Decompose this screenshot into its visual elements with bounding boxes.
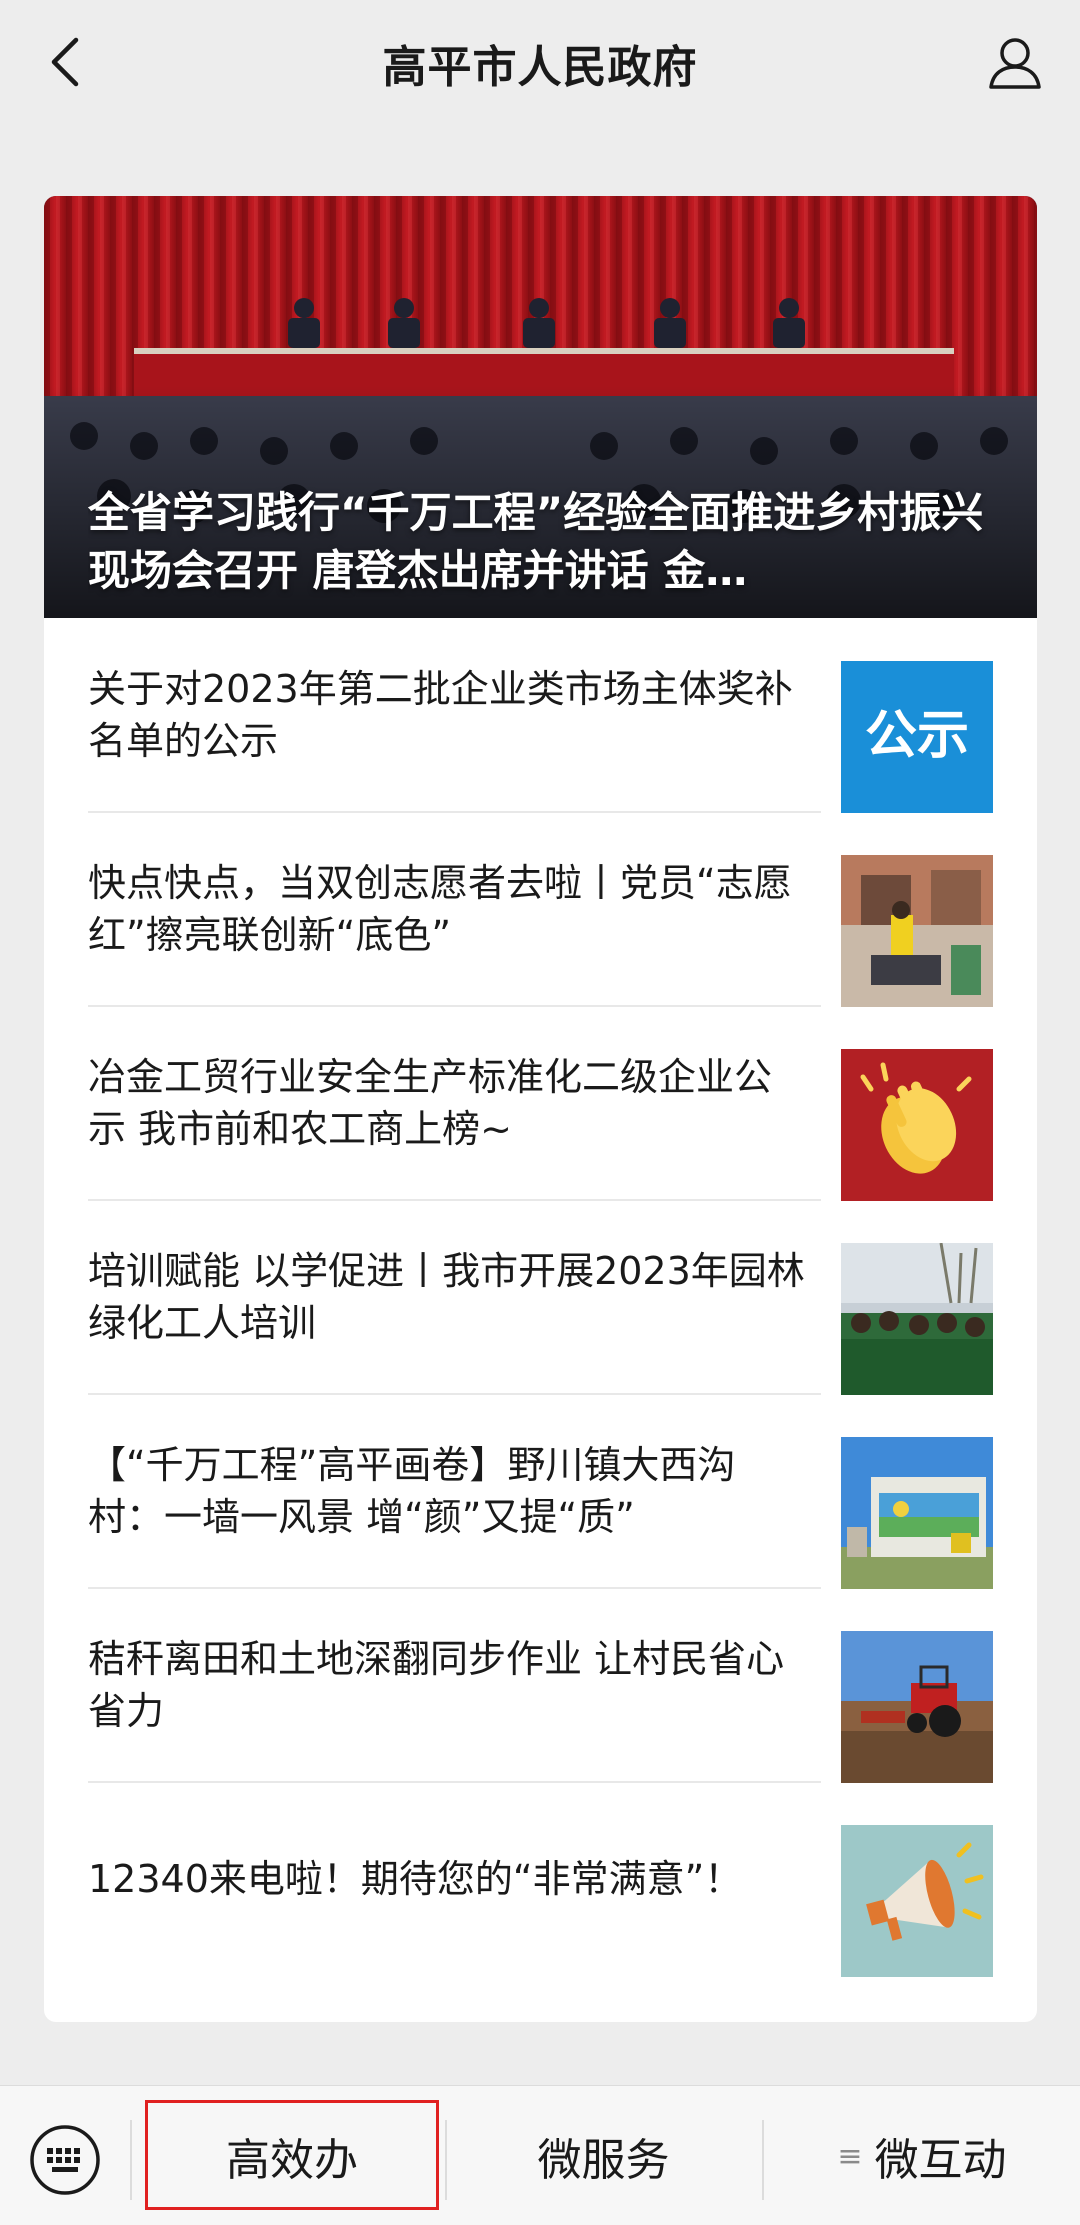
back-button[interactable] [36, 30, 96, 94]
article-item[interactable]: 关于对2023年第二批企业类市场主体奖补名单的公示 公示 [88, 618, 993, 813]
article-title: 秸秆离田和土地深翻同步作业 让村民省心省力 [88, 1637, 785, 1733]
article-title: 【“千万工程”高平画卷】野川镇大西沟村：一墙一风景 增“颜”又提“质” [88, 1443, 736, 1539]
menu-item-weihudong[interactable]: ≡ 微互动 [764, 2086, 1080, 2225]
training-thumbnail [841, 1243, 993, 1395]
article-card[interactable]: 全省学习践行“千万工程”经验全面推进乡村振兴现场会召开 唐登杰出席并讲话 金… … [44, 196, 1037, 2022]
megaphone-thumbnail [841, 1825, 993, 1977]
menu-list-icon: ≡ [837, 2138, 863, 2174]
hero-article[interactable]: 全省学习践行“千万工程”经验全面推进乡村振兴现场会召开 唐登杰出席并讲话 金… [44, 196, 1037, 618]
volunteer-thumbnail [841, 855, 993, 1007]
menu-item-weifuwu[interactable]: 微服务 [447, 2086, 760, 2225]
profile-button[interactable] [980, 28, 1050, 98]
page-title: 高平市人民政府 [382, 41, 698, 93]
village-mural-thumbnail [841, 1437, 993, 1589]
menu-label: 微互动 [874, 2135, 1007, 2186]
highlight-box [145, 2100, 439, 2210]
article-item[interactable]: 12340来电啦！期待您的“非常满意”！ [88, 1782, 993, 1977]
hero-title: 全省学习践行“千万工程”经验全面推进乡村振兴现场会召开 唐登杰出席并讲话 金… [88, 488, 984, 595]
user-icon [989, 38, 1041, 89]
thumbnail-text: 公示 [865, 706, 969, 766]
menu-label: 微服务 [537, 2135, 670, 2186]
article-title: 关于对2023年第二批企业类市场主体奖补名单的公示 [88, 667, 793, 763]
article-item[interactable]: 【“千万工程”高平画卷】野川镇大西沟村：一墙一风景 增“颜”又提“质” [88, 1394, 993, 1589]
article-title: 培训赋能 以学促进丨我市开展2023年园林绿化工人培训 [88, 1249, 805, 1345]
notice-thumbnail: 公示 [841, 661, 993, 813]
chevron-left-icon [51, 37, 79, 87]
article-item[interactable]: 秸秆离田和土地深翻同步作业 让村民省心省力 [88, 1588, 993, 1783]
article-title: 快点快点，当双创志愿者去啦丨党员“志愿红”擦亮联创新“底色” [88, 861, 792, 957]
article-item[interactable]: 冶金工贸行业安全生产标准化二级企业公示 我市前和农工商上榜~ [88, 1006, 993, 1201]
article-title: 12340来电啦！期待您的“非常满意”！ [88, 1857, 743, 1901]
tractor-thumbnail [841, 1631, 993, 1783]
keyboard-icon [30, 2125, 100, 2195]
keyboard-toggle-button[interactable] [28, 2123, 102, 2197]
article-item[interactable]: 快点快点，当双创志愿者去啦丨党员“志愿红”擦亮联创新“底色” [88, 812, 993, 1007]
menu-separator [130, 2120, 132, 2200]
top-bar: 高平市人民政府 [0, 0, 1080, 125]
article-title: 冶金工贸行业安全生产标准化二级企业公示 我市前和农工商上榜~ [88, 1055, 773, 1151]
article-item[interactable]: 培训赋能 以学促进丨我市开展2023年园林绿化工人培训 [88, 1200, 993, 1395]
clapping-hands-thumbnail [841, 1049, 993, 1201]
